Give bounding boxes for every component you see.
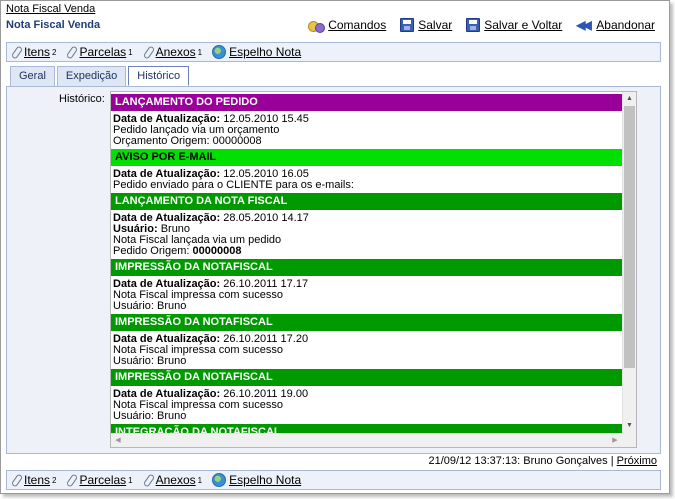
paperclip-icon xyxy=(11,474,21,486)
scroll-thumb[interactable] xyxy=(624,106,635,368)
link-espelho-nota[interactable]: Espelho Nota xyxy=(212,473,301,487)
toolbar: Comandos Salvar Salvar e Voltar ◀◀ Aband… xyxy=(308,18,655,33)
entry-line: Usuário: Bruno xyxy=(113,300,187,312)
link-parcelas-count: 1 xyxy=(128,475,133,485)
link-espelho-nota-label: Espelho Nota xyxy=(229,473,302,487)
link-anexos-count: 1 xyxy=(197,47,203,57)
link-itens-label: Itens xyxy=(24,473,51,487)
link-bar-top: Itens 2 Parcelas 1 Anexos 1 Espelho Nota xyxy=(6,42,661,62)
history-entry: Data de Atualização: 26.10.2011 17.20 No… xyxy=(111,331,623,367)
history-section-title: IMPRESSÃO DA NOTAFISCAL xyxy=(111,369,623,386)
link-parcelas-count: 1 xyxy=(128,47,133,57)
abandon-button[interactable]: ◀◀ Abandonar xyxy=(576,18,655,32)
tab-geral[interactable]: Geral xyxy=(10,66,55,86)
history-section-title: IMPRESSÃO DA NOTAFISCAL xyxy=(111,314,623,331)
tab-historico[interactable]: Histórico xyxy=(128,66,190,86)
link-itens[interactable]: Itens 2 xyxy=(11,473,56,487)
entry-line: Nota Fiscal impressa com sucesso xyxy=(113,344,283,356)
vertical-scrollbar[interactable]: ▲ ▼ xyxy=(622,92,636,433)
globe-icon xyxy=(212,45,227,59)
scroll-up-icon[interactable]: ▲ xyxy=(623,92,636,106)
commands-button[interactable]: Comandos xyxy=(308,18,387,33)
paperclip-icon xyxy=(11,46,21,58)
link-parcelas-label: Parcelas xyxy=(79,473,127,487)
breadcrumb[interactable]: Nota Fiscal Venda xyxy=(6,3,95,15)
link-parcelas-label: Parcelas xyxy=(79,45,127,59)
history-section-title: IMPRESSÃO DA NOTAFISCAL xyxy=(111,259,623,276)
history-entry: Data de Atualização: 12.05.2010 15.45 Pe… xyxy=(111,111,623,147)
link-anexos[interactable]: Anexos 1 xyxy=(143,473,202,487)
footer-status: 21/09/12 13:37:13: Bruno Gonçalves | Pró… xyxy=(428,455,657,467)
entry-line: Usuário: Bruno xyxy=(113,355,187,367)
history-section-title: LANÇAMENTO DA NOTA FISCAL xyxy=(111,193,623,210)
tab-expedicao[interactable]: Expedição xyxy=(56,66,127,86)
globe-icon xyxy=(212,473,227,487)
history-entry: Data de Atualização: 26.10.2011 17.17 No… xyxy=(111,276,623,312)
entry-line: Usuário: Bruno xyxy=(113,410,187,422)
scroll-right-icon[interactable]: ▶ xyxy=(608,434,622,447)
next-link[interactable]: Próximo xyxy=(617,455,657,467)
page-title: Nota Fiscal Venda xyxy=(6,19,101,31)
paperclip-icon xyxy=(66,474,76,486)
window-frame: Nota Fiscal Venda Nota Fiscal Venda Coma… xyxy=(0,0,670,494)
save-and-return-button[interactable]: Salvar e Voltar xyxy=(466,18,562,32)
link-itens-label: Itens xyxy=(24,45,51,59)
link-anexos-label: Anexos xyxy=(155,473,196,487)
save-icon xyxy=(466,18,481,32)
history-field-label: Histórico: xyxy=(59,93,105,105)
entry-line: Nota Fiscal impressa com sucesso xyxy=(113,399,283,411)
history-content: LANÇAMENTO DO PEDIDO Data de Atualização… xyxy=(111,92,623,441)
origin-value: 00000008 xyxy=(192,245,242,257)
tab-panel-historico: Histórico: LANÇAMENTO DO PEDIDO Data de … xyxy=(6,86,661,454)
scroll-corner xyxy=(622,433,636,447)
last-update-text: 21/09/12 13:37:13: Bruno Gonçalves | xyxy=(428,455,614,467)
paperclip-icon xyxy=(143,474,153,486)
history-section-title: LANÇAMENTO DO PEDIDO xyxy=(111,94,623,111)
link-anexos[interactable]: Anexos 1 xyxy=(143,45,202,59)
commands-label: Comandos xyxy=(328,18,387,32)
link-parcelas[interactable]: Parcelas 1 xyxy=(66,473,132,487)
entry-line: Pedido enviado para o CLIENTE para os e-… xyxy=(113,179,354,191)
link-itens-count: 2 xyxy=(52,475,57,485)
save-icon xyxy=(400,18,415,32)
link-itens[interactable]: Itens 2 xyxy=(11,45,56,59)
origin-label: Pedido Origem: xyxy=(113,245,190,257)
history-entry: Data de Atualização: 26.10.2011 19.00 No… xyxy=(111,386,623,422)
save-label: Salvar xyxy=(418,18,453,32)
back-icon: ◀◀ xyxy=(576,18,591,32)
tab-strip: Geral Expedição Histórico xyxy=(10,66,190,86)
entry-line: Orçamento Origem: 00000008 xyxy=(113,135,262,147)
entry-line: Nota Fiscal impressa com sucesso xyxy=(113,289,283,301)
save-and-return-label: Salvar e Voltar xyxy=(484,18,563,32)
abandon-label: Abandonar xyxy=(596,18,655,32)
link-espelho-nota-label: Espelho Nota xyxy=(229,45,302,59)
link-parcelas[interactable]: Parcelas 1 xyxy=(66,45,132,59)
scroll-down-icon[interactable]: ▼ xyxy=(623,419,636,433)
link-anexos-count: 1 xyxy=(197,475,203,485)
scroll-left-icon[interactable]: ◀ xyxy=(111,434,125,447)
history-entry: Data de Atualização: 12.05.2010 16.05 Pe… xyxy=(111,166,623,191)
history-textarea[interactable]: LANÇAMENTO DO PEDIDO Data de Atualização… xyxy=(110,91,637,448)
link-anexos-label: Anexos xyxy=(155,45,196,59)
paperclip-icon xyxy=(66,46,76,58)
commands-icon xyxy=(308,18,326,33)
history-section-title: AVISO POR E-MAIL xyxy=(111,149,623,166)
link-espelho-nota[interactable]: Espelho Nota xyxy=(212,45,301,59)
link-bar-bottom: Itens 2 Parcelas 1 Anexos 1 Espelho Nota xyxy=(6,470,661,490)
paperclip-icon xyxy=(143,46,153,58)
history-entry: Data de Atualização: 28.05.2010 14.17 Us… xyxy=(111,210,623,257)
link-itens-count: 2 xyxy=(52,47,57,57)
date-value: 28.05.2010 14.17 xyxy=(223,212,309,224)
horizontal-scrollbar[interactable]: ◀ ▶ xyxy=(111,433,622,447)
save-button[interactable]: Salvar xyxy=(400,18,452,32)
